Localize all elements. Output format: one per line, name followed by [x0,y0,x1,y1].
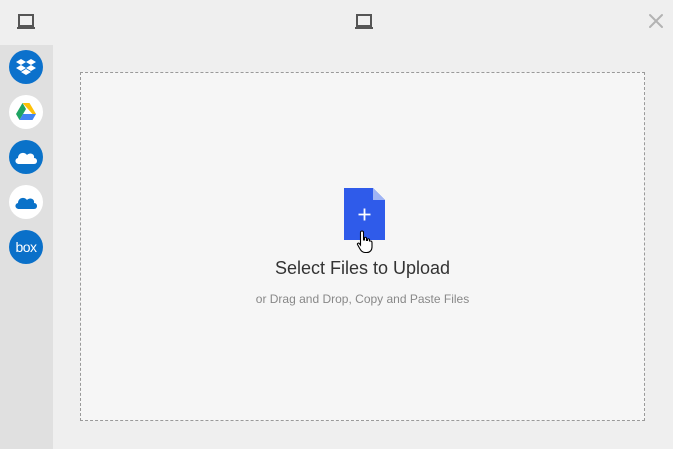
header [0,0,673,45]
upload-subtitle: or Drag and Drop, Copy and Paste Files [255,292,470,306]
source-google-drive-button[interactable] [9,95,43,129]
onedrive-business-icon [15,197,37,209]
hand-cursor-icon [356,230,373,254]
source-onedrive-button[interactable] [9,140,43,174]
source-sidebar: box [0,45,53,449]
laptop-icon[interactable] [16,13,36,31]
source-box-button[interactable]: box [9,230,43,264]
onedrive-icon [15,152,37,164]
source-dropbox-button[interactable] [9,50,43,84]
laptop-icon[interactable] [354,13,374,31]
upload-title: Select Files to Upload [274,258,451,278]
close-icon[interactable] [647,12,665,30]
google-drive-icon [16,103,36,120]
source-onedrive-business-button[interactable] [9,185,43,219]
box-icon: box [15,239,37,255]
file-drop-zone[interactable]: Select Files to Upload or Drag and Drop,… [80,72,645,421]
dropbox-icon [16,59,36,75]
